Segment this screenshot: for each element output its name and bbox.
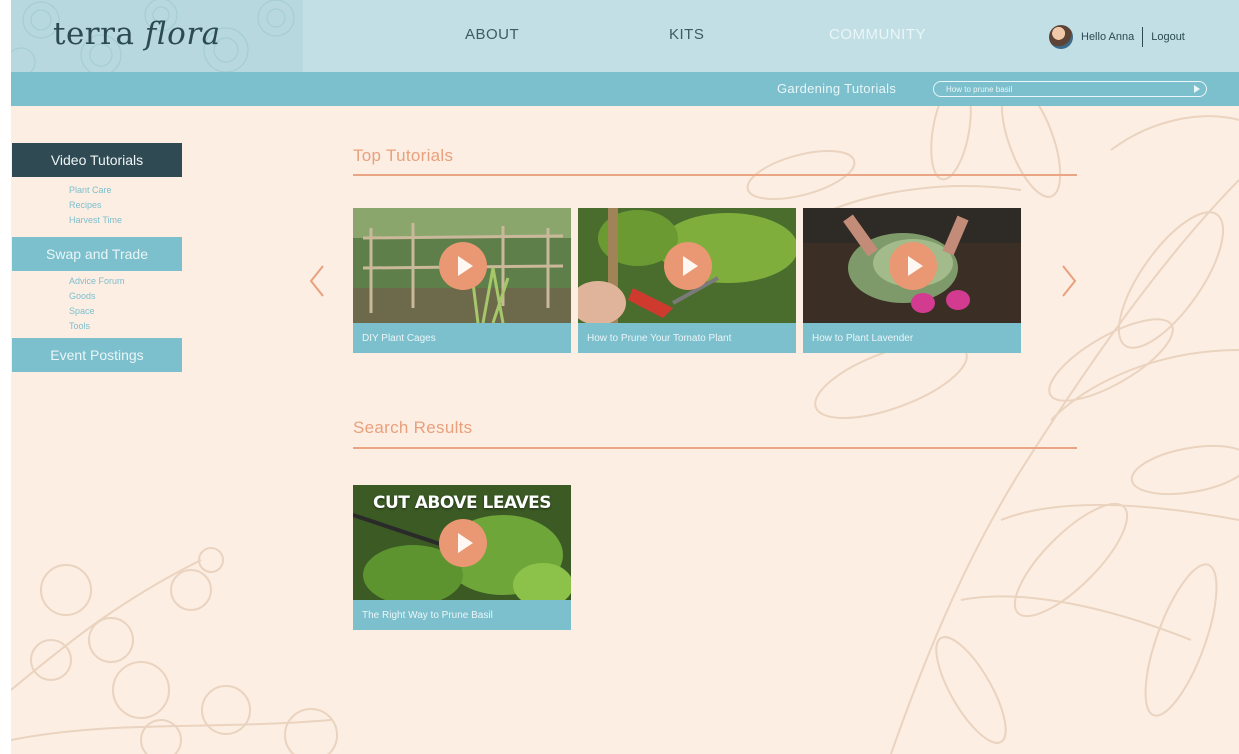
carousel-next-arrow-icon[interactable] [1059, 264, 1079, 298]
search-results-heading: Search Results [353, 418, 473, 437]
logo-area: terra flora [11, 0, 303, 72]
video-overlay-text: CUT ABOVE LEAVES [372, 493, 552, 513]
nav-kits[interactable]: KITS [669, 26, 704, 43]
tutorial-caption: The Right Way to Prune Basil [353, 600, 571, 630]
logo[interactable]: terra flora [53, 16, 221, 52]
search-arrow-icon[interactable] [1192, 84, 1202, 94]
sidebar-video-tutorials[interactable]: Video Tutorials [12, 143, 182, 177]
user-area: Hello Anna Logout [1049, 24, 1185, 50]
play-button[interactable] [439, 242, 487, 290]
search-result-card-prune-basil[interactable]: CUT ABOVE LEAVES The Right Way to Prune … [353, 485, 571, 630]
search-box [933, 81, 1207, 97]
top-tutorials-divider [353, 174, 1077, 176]
greeting: Hello Anna [1081, 31, 1135, 43]
nav-community[interactable]: COMMUNITY [829, 26, 926, 43]
sidebar-item-tools[interactable]: Tools [69, 321, 90, 331]
logo-text-italic: flora [144, 16, 221, 52]
tutorial-caption: How to Prune Your Tomato Plant [578, 323, 796, 353]
sidebar-item-recipes[interactable]: Recipes [69, 200, 102, 210]
tutorial-card-prune-tomato[interactable]: How to Prune Your Tomato Plant [578, 208, 796, 353]
section-breadcrumb: Gardening Tutorials [777, 81, 897, 96]
tutorial-thumbnail [578, 208, 796, 323]
logout-link[interactable]: Logout [1151, 31, 1185, 43]
play-button[interactable] [439, 519, 487, 567]
play-button[interactable] [664, 242, 712, 290]
sidebar-swap-and-trade[interactable]: Swap and Trade [12, 237, 182, 271]
tutorial-card-plant-lavender[interactable]: How to Plant Lavender [803, 208, 1021, 353]
top-header: terra flora ABOUT KITS COMMUNITY Hello A… [11, 0, 1239, 72]
top-tutorials-heading: Top Tutorials [353, 146, 454, 165]
sidebar-item-space[interactable]: Space [69, 306, 95, 316]
tutorial-card-diy-plant-cages[interactable]: DIY Plant Cages [353, 208, 571, 353]
tutorial-thumbnail [353, 208, 571, 323]
sidebar-event-postings[interactable]: Event Postings [12, 338, 182, 372]
carousel-prev-arrow-icon[interactable] [307, 264, 327, 298]
divider [1142, 27, 1144, 47]
tutorial-thumbnail [803, 208, 1021, 323]
tutorial-caption: How to Plant Lavender [803, 323, 1021, 353]
botanical-background-art [11, 79, 1239, 754]
tutorial-thumbnail: CUT ABOVE LEAVES [353, 485, 571, 600]
sidebar-item-goods[interactable]: Goods [69, 291, 96, 301]
search-input[interactable] [946, 82, 1186, 96]
play-button[interactable] [889, 242, 937, 290]
sidebar-item-plant-care[interactable]: Plant Care [69, 185, 112, 195]
page: terra flora ABOUT KITS COMMUNITY Hello A… [11, 0, 1239, 754]
logo-text: terra [53, 16, 145, 52]
search-results-divider [353, 447, 1077, 449]
sidebar-item-advice-forum[interactable]: Advice Forum [69, 276, 125, 286]
tutorial-caption: DIY Plant Cages [353, 323, 571, 353]
nav-about[interactable]: ABOUT [465, 26, 519, 43]
avatar[interactable] [1049, 25, 1073, 49]
sidebar-item-harvest-time[interactable]: Harvest Time [69, 215, 122, 225]
